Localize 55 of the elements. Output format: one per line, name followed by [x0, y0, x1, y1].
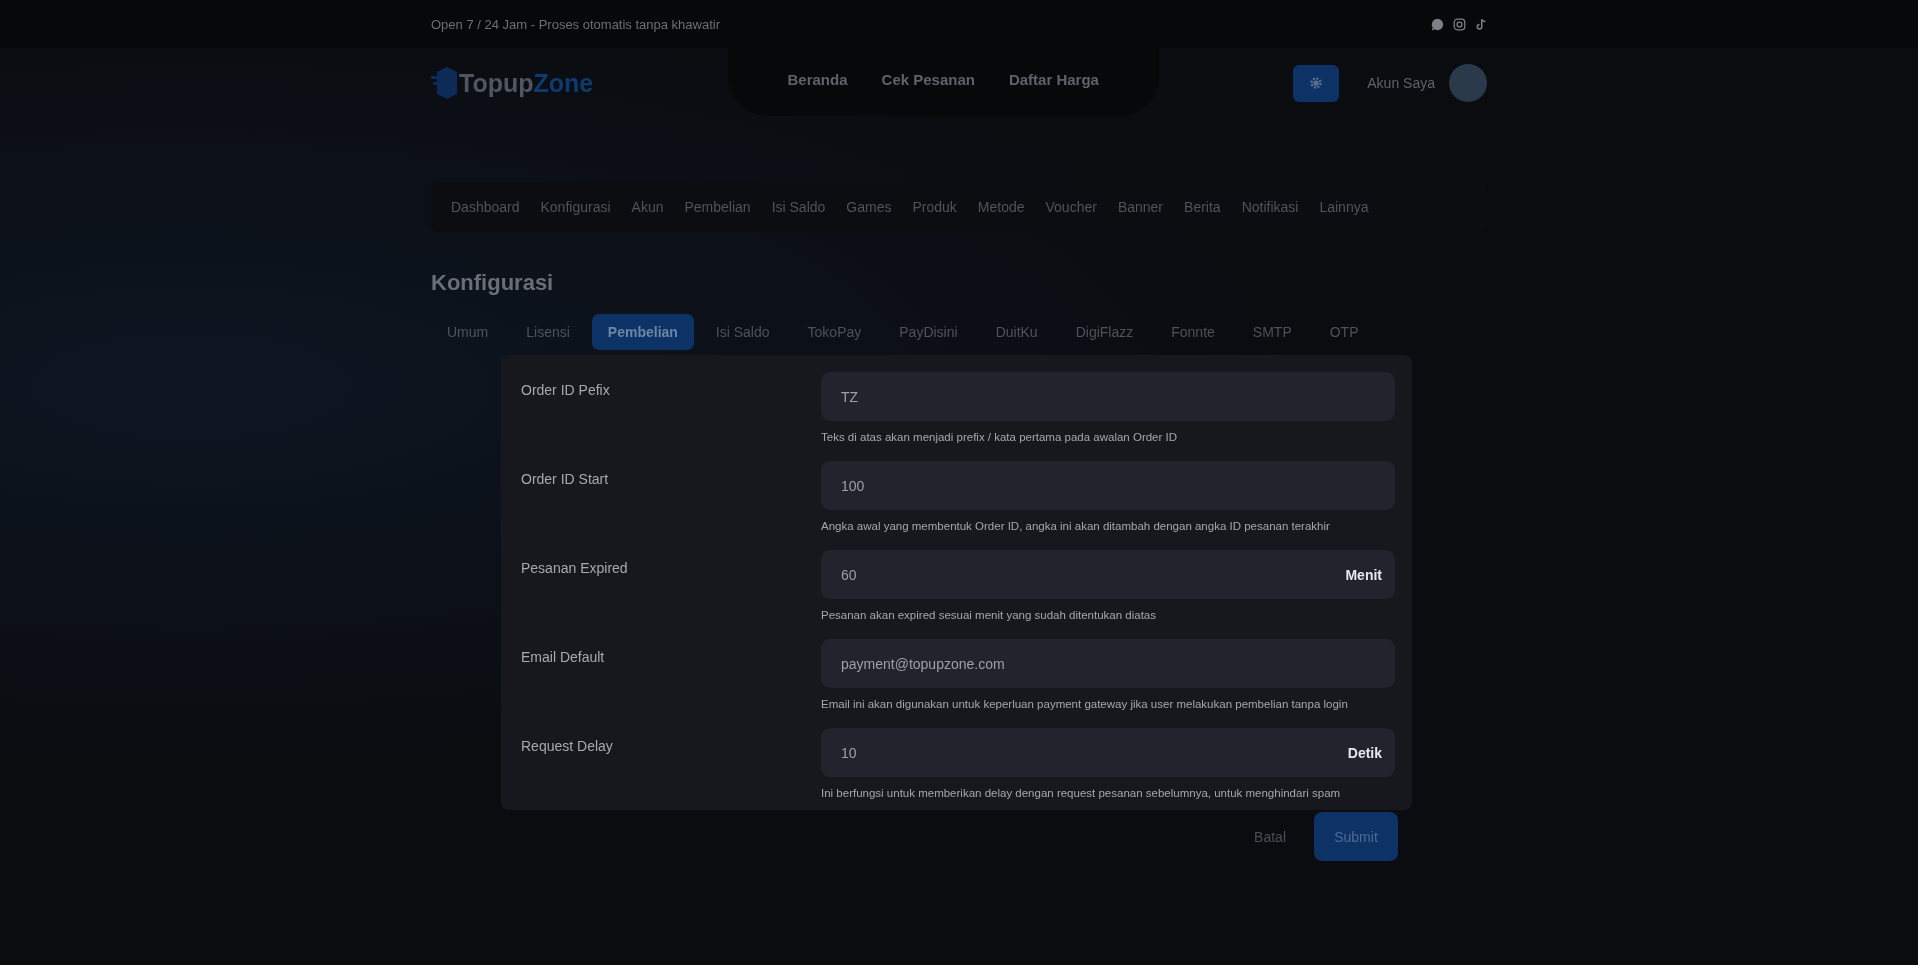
music-note-icon[interactable] [1475, 17, 1487, 31]
tab[interactable]: DigiFlazz [1059, 314, 1150, 350]
field-label: Request Delay [521, 737, 614, 756]
field-label: Order ID Start [521, 470, 610, 489]
admin-menu-item[interactable]: Akun [631, 199, 664, 215]
input-field[interactable]: 100 [821, 461, 1395, 510]
field-label: Pesanan Expired [521, 559, 629, 578]
tab[interactable]: Isi Saldo [699, 314, 786, 350]
tab[interactable]: Umum [431, 314, 505, 350]
admin-menu-item[interactable]: Berita [1184, 199, 1221, 215]
unit-label: Menit [1345, 566, 1382, 583]
help-text: Ini berfungsi untuk memberikan delay dengan request pesanan sebelumnya, untuk menghindari spam [821, 787, 1342, 799]
camera-icon[interactable] [1453, 17, 1466, 31]
account-link[interactable]: Akun Saya [1367, 75, 1435, 91]
help-text: Teks di atas akan menjadi prefix / kata pertama pada awalan Order ID [821, 431, 1179, 443]
admin-menu-item[interactable]: Games [846, 199, 892, 215]
chat-icon[interactable] [1431, 17, 1444, 31]
tab[interactable]: SMTP [1236, 314, 1308, 350]
input-field[interactable]: payment@topupzone.com [821, 639, 1395, 688]
input-field[interactable]: 60 Menit [821, 550, 1395, 599]
submit-button[interactable]: Submit [1314, 812, 1398, 861]
unit-label: Detik [1347, 744, 1382, 761]
admin-menu-item[interactable]: Lainnya [1319, 199, 1369, 215]
admin-menu-item[interactable]: Banner [1117, 199, 1164, 215]
input-field[interactable]: 10 Detik [821, 728, 1395, 777]
admin-menu-item[interactable]: Voucher [1045, 199, 1097, 215]
tab[interactable]: Pembelian [591, 314, 694, 350]
tab[interactable]: Fonnte [1155, 314, 1231, 350]
admin-menu-item[interactable]: Produk [912, 199, 957, 215]
tab[interactable]: TokoPay [791, 314, 878, 350]
field-label: Email Default [521, 648, 606, 667]
gear-icon [1309, 76, 1324, 90]
admin-menu-item[interactable]: Isi Saldo [771, 199, 826, 215]
nav-link[interactable]: Daftar Harga [1008, 70, 1099, 88]
admin-menu-item[interactable]: Notifikasi [1241, 199, 1299, 215]
admin-menu-item[interactable]: Konfigurasi [540, 199, 611, 215]
help-text: Angka awal yang membentuk Order ID, angka ini akan ditambah dengan angka ID pesanan terakhir [821, 520, 1331, 532]
help-text: Pesanan akan expired sesuai menit yang sudah ditentukan diatas [821, 609, 1157, 621]
cancel-button[interactable]: Batal [1244, 818, 1296, 855]
nav-link[interactable]: Cek Pesanan [881, 70, 975, 88]
help-text: Email ini akan digunakan untuk keperluan payment gateway jika user melakukan pembelian tanpa login [821, 698, 1349, 710]
page-title: Konfigurasi [431, 270, 555, 296]
settings-button[interactable] [1293, 64, 1340, 102]
admin-menu-item[interactable]: Metode [977, 199, 1025, 215]
admin-menu-item[interactable]: Dashboard [451, 199, 520, 215]
admin-menu-item[interactable]: Pembelian [684, 199, 751, 215]
opening-hours-text: Open 7 / 24 Jam - Proses otomatis tanpa khawatir [431, 16, 721, 32]
tab[interactable]: PayDisini [883, 314, 974, 350]
tab[interactable]: Lisensi [510, 314, 586, 350]
input-field[interactable]: TZ [821, 372, 1395, 421]
logo[interactable]: TopupZone [431, 66, 594, 100]
tab[interactable]: DuitKu [979, 314, 1054, 350]
tab[interactable]: OTP [1313, 314, 1375, 350]
field-label: Order ID Pefix [521, 381, 611, 400]
nav-link[interactable]: Beranda [787, 70, 848, 88]
